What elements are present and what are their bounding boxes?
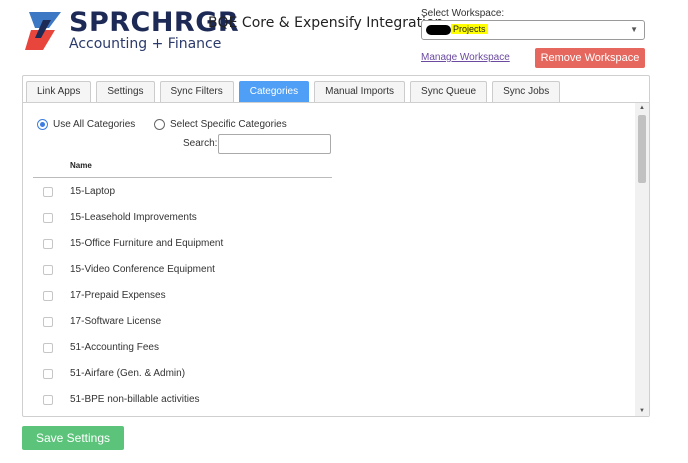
category-row: 15-Office Furniture and Equipment [23,230,423,256]
scroll-down-icon[interactable]: ▼ [635,406,649,416]
category-label: 15-Leasehold Improvements [70,212,197,223]
tab-sync-filters[interactable]: Sync Filters [159,81,234,102]
category-label: 15-Office Furniture and Equipment [70,238,224,249]
category-row: 51-Airfare (Gen. & Admin) [23,360,423,386]
category-checkbox[interactable] [43,343,53,353]
workspace-select[interactable]: Projects ▼ [421,20,645,40]
category-label: 15-Laptop [70,186,116,197]
workspace-label: Select Workspace: [421,8,505,19]
workspace-selected-value: Projects [451,24,488,34]
category-checkbox[interactable] [43,395,53,405]
category-label: 51-Airfare (Gen. & Admin) [70,368,186,379]
caret-down-icon: ▼ [630,25,638,34]
select-specific-categories-label: Select Specific Categories [170,119,287,130]
tab-settings[interactable]: Settings [96,81,155,102]
app-title: BQE Core & Expensify Integration [208,15,444,31]
column-header-name: Name [70,161,92,170]
settings-panel: Link Apps Settings Sync Filters Categori… [22,75,650,417]
category-checkbox[interactable] [43,369,53,379]
category-checkbox[interactable] [43,213,53,223]
remove-workspace-button[interactable]: Remove Workspace [535,48,645,68]
tab-sync-jobs[interactable]: Sync Jobs [492,81,561,102]
brand-subtitle: Accounting + Finance [69,36,222,52]
tab-sync-queue[interactable]: Sync Queue [410,81,488,102]
lightning-logo-icon [25,12,61,50]
use-all-categories-option[interactable]: Use All Categories [37,119,135,130]
category-checkbox[interactable] [43,317,53,327]
category-checkbox[interactable] [43,291,53,301]
category-checkbox[interactable] [43,187,53,197]
category-label: 15-Video Conference Equipment [70,264,215,275]
category-row: 15-Video Conference Equipment [23,256,423,282]
use-all-categories-radio[interactable] [37,119,48,130]
category-label: 17-Prepaid Expenses [70,290,166,301]
tab-bar: Link Apps Settings Sync Filters Categori… [23,76,649,102]
category-label: 51-BPE non-billable activities [70,394,200,405]
category-row: 17-Software License [23,308,423,334]
scroll-up-icon[interactable]: ▲ [635,103,649,113]
tab-categories[interactable]: Categories [238,81,310,102]
use-all-categories-label: Use All Categories [53,119,136,130]
category-row: 51-Accounting Fees [23,334,423,360]
redacted-mark [426,25,451,35]
category-row: 51-BPE non-billable activities [23,386,423,412]
category-row: 15-Leasehold Improvements [23,204,423,230]
search-input[interactable] [218,134,331,154]
vertical-scrollbar[interactable]: ▲ ▼ [635,103,649,416]
scrollbar-thumb[interactable] [638,115,646,183]
save-settings-button[interactable]: Save Settings [22,426,124,450]
category-checkbox[interactable] [43,239,53,249]
search-label: Search: [183,138,218,149]
category-row: 15-Laptop [23,178,423,204]
tab-manual-imports[interactable]: Manual Imports [314,81,406,102]
category-checkbox[interactable] [43,265,53,275]
select-specific-categories-option[interactable]: Select Specific Categories [154,119,287,130]
manage-workspace-link[interactable]: Manage Workspace [421,52,510,63]
select-specific-categories-radio[interactable] [154,119,165,130]
category-row: 17-Prepaid Expenses [23,282,423,308]
tab-link-apps[interactable]: Link Apps [26,81,92,102]
category-label: 51-Accounting Fees [70,342,159,353]
category-label: 17-Software License [70,316,162,327]
categories-content: Use All Categories Select Specific Categ… [23,103,635,416]
